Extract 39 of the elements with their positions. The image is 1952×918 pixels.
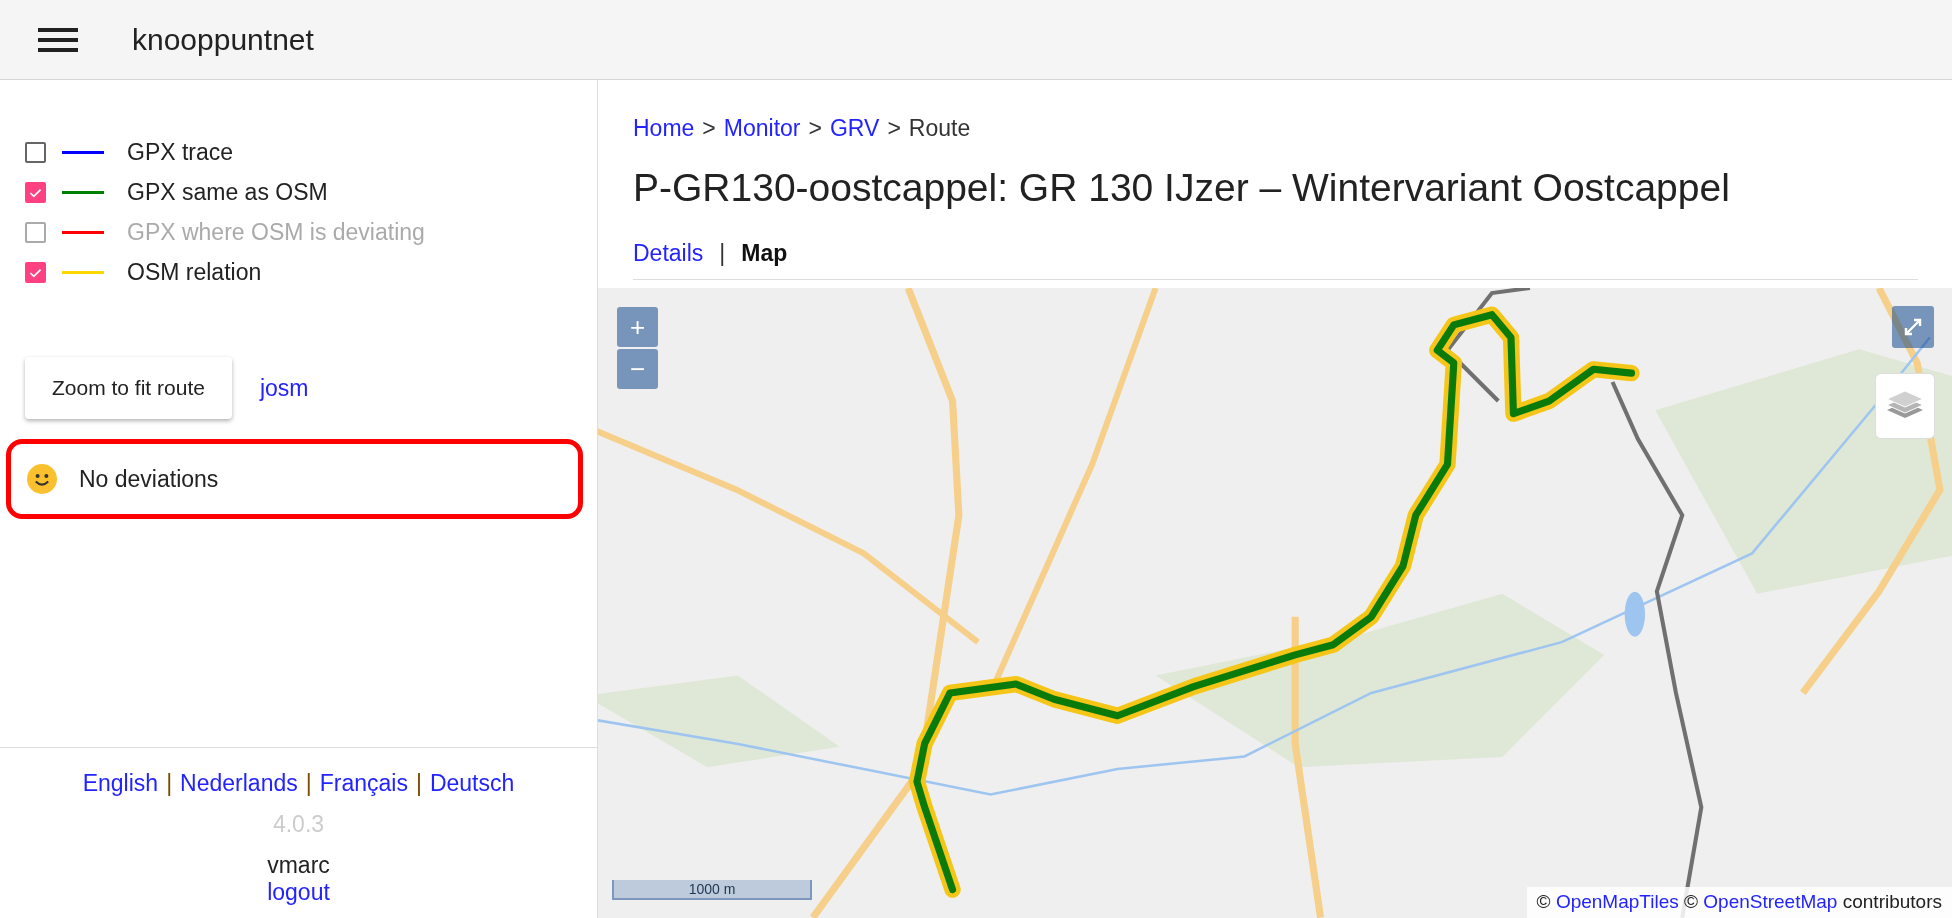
legend-label: GPX trace — [127, 139, 234, 166]
logout-link[interactable]: logout — [267, 879, 330, 906]
smiley-icon — [27, 464, 57, 494]
breadcrumb-link[interactable]: GRV — [829, 115, 880, 142]
separator: | — [415, 770, 422, 797]
tab[interactable]: Map — [741, 240, 788, 267]
separator: > — [887, 115, 901, 142]
language-link[interactable]: Français — [319, 770, 408, 797]
menu-icon[interactable] — [38, 27, 78, 52]
breadcrumb-link[interactable]: Monitor — [723, 115, 801, 142]
layers-button[interactable] — [1875, 373, 1935, 439]
attribution-link[interactable]: OpenStreetMap — [1703, 891, 1838, 912]
zoom-to-fit-button[interactable]: Zoom to fit route — [25, 357, 232, 419]
attribution-text: © OpenMapTiles © OpenStreetMap contributors — [1526, 887, 1952, 918]
legend-label: GPX same as OSM — [127, 179, 328, 206]
josm-link[interactable]: josm — [259, 374, 309, 402]
status-text: No deviations — [79, 465, 219, 493]
checkbox[interactable] — [25, 142, 46, 163]
attribution-link[interactable]: OpenMapTiles — [1555, 891, 1679, 912]
breadcrumb-link[interactable]: Home — [633, 115, 695, 142]
checkbox[interactable] — [25, 262, 46, 283]
separator: | — [166, 770, 173, 797]
legend-label: OSM relation — [127, 259, 262, 286]
tab[interactable]: Details — [633, 240, 704, 267]
legend-label: GPX where OSM is deviating — [127, 219, 425, 246]
app-title[interactable]: knooppuntnet — [132, 22, 314, 57]
page-title: P-GR130-oostcappel: GR 130 IJzer – Wintervariant Oostcappel — [633, 166, 1731, 210]
separator: | — [719, 240, 726, 267]
separator: | — [305, 770, 312, 797]
language-link[interactable]: Deutsch — [429, 770, 515, 797]
fullscreen-button[interactable] — [1892, 306, 1934, 348]
separator: > — [702, 115, 716, 142]
language-link[interactable]: Nederlands — [180, 770, 298, 797]
scale-bar: 1000 m — [612, 880, 812, 900]
checkbox[interactable] — [25, 182, 46, 203]
breadcrumb-current: Route — [908, 115, 971, 142]
user-name: vmarc — [267, 852, 330, 879]
language-link[interactable]: English — [82, 770, 159, 797]
separator: > — [808, 115, 822, 142]
